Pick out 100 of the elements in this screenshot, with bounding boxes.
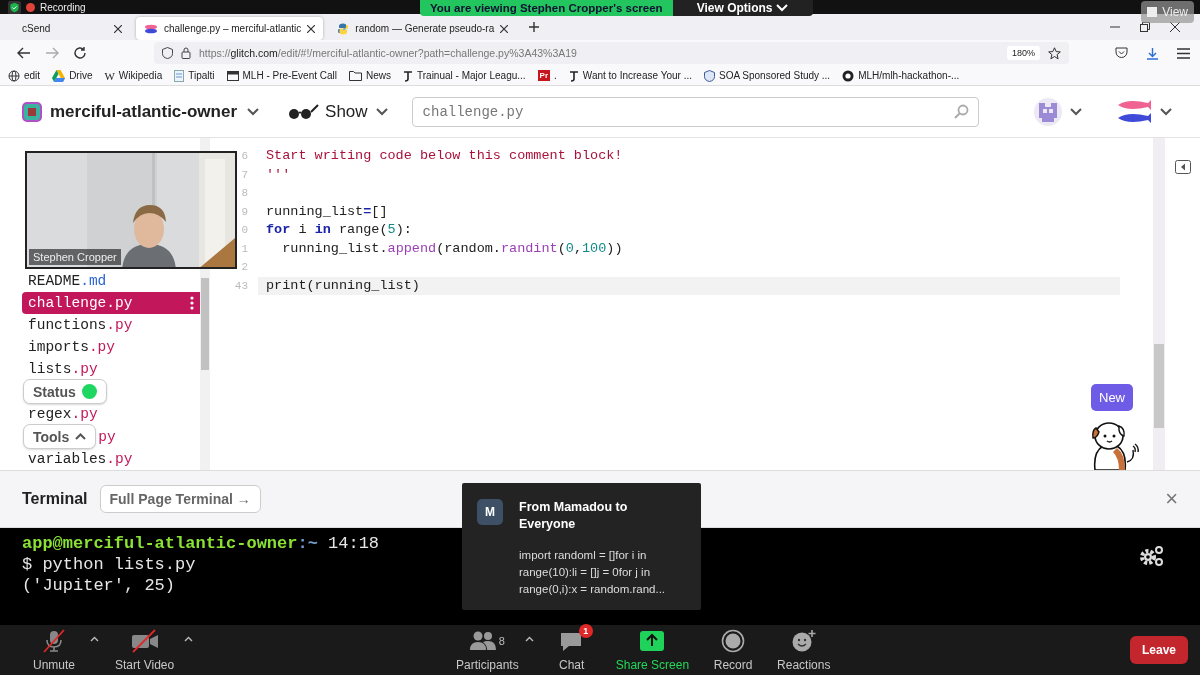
line-number: 1: [240, 241, 248, 257]
close-icon[interactable]: [114, 24, 122, 33]
full-page-terminal-button[interactable]: Full Page Terminal →: [99, 485, 261, 513]
toolbar-button[interactable]: Start Video: [109, 628, 181, 672]
code-line: ''': [265, 165, 292, 184]
url-text: https://glitch.com/edit/#!/merciful-atlantic-owner?path=challenge.py%3A43%3A19: [199, 47, 578, 59]
close-icon[interactable]: [307, 24, 316, 33]
chevron-icon[interactable]: [1160, 107, 1172, 116]
code-line: Start writing code below this comment block!: [265, 147, 624, 165]
project-name[interactable]: merciful-atlantic-owner: [50, 101, 238, 122]
chevron-icon[interactable]: [247, 107, 260, 116]
line-number: 2: [240, 260, 248, 275]
plus-icon[interactable]: [528, 21, 541, 33]
bookmark[interactable]: Trainual - Major Leagu...: [403, 69, 526, 82]
more-icon[interactable]: [190, 296, 194, 310]
bookmark[interactable]: News: [349, 70, 391, 81]
file-item[interactable]: variables.py: [22, 448, 200, 470]
code-line: running_list.append(random.randint(0,100)): [281, 239, 624, 258]
recording-label: Recording: [40, 1, 86, 13]
line-number: 0: [240, 223, 248, 238]
file-item[interactable]: lists.py: [22, 358, 200, 380]
view-button[interactable]: View: [1141, 1, 1194, 23]
terminal-line: ('Jupiter', 25): [22, 575, 176, 596]
bookmark[interactable]: Tipalti: [174, 69, 215, 82]
viewing-banner: You are viewing Stephen Cropper's screen: [420, 0, 673, 16]
avatar-initial: M: [477, 499, 503, 525]
view-options-button[interactable]: View Options: [672, 0, 813, 16]
pocket-icon[interactable]: [1115, 47, 1128, 59]
people-icon: [469, 630, 496, 652]
close-icon[interactable]: [500, 24, 509, 33]
new-badge[interactable]: New: [1091, 384, 1133, 411]
file-item[interactable]: imports.py: [22, 336, 200, 358]
gears-icon[interactable]: [1138, 545, 1164, 567]
terminal-prompt: app@merciful-atlantic-owner:~ 14:18: [22, 533, 380, 554]
record-dot-icon: [26, 2, 35, 12]
hook-icon: [403, 69, 413, 82]
file-item[interactable]: regex.py: [22, 403, 200, 425]
search-field[interactable]: challenge.py: [411, 96, 979, 127]
file-item[interactable]: README.md: [22, 270, 200, 292]
line-number: 43: [233, 278, 248, 294]
browser-tab[interactable]: cSend: [0, 17, 130, 40]
bookmark[interactable]: edit: [8, 69, 41, 82]
glasses-icon: [287, 103, 320, 120]
bookmark[interactable]: W Wikipedia: [104, 69, 163, 82]
chat-toast[interactable]: M From Mamadou to Everyone import randoml = []for i in range(10):li = []j = 0for j in range(0,i):x = random.rand...: [462, 483, 701, 610]
shield-icon: [703, 69, 715, 82]
triangle-icon: [52, 69, 66, 82]
collapse-icon[interactable]: [1174, 160, 1191, 174]
toolbar-button[interactable]: 8 Participants: [450, 628, 525, 672]
chevron-icon[interactable]: [1070, 107, 1082, 116]
menu-icon[interactable]: [1177, 47, 1190, 59]
browser-tab[interactable]: random — Generate pseudo-ra: [329, 17, 517, 40]
calendar-icon: [226, 70, 239, 81]
avatar-icon[interactable]: [1034, 97, 1062, 126]
chevron-icon[interactable]: [375, 107, 388, 116]
file-extension: py: [98, 428, 116, 445]
share-screen-icon: [640, 631, 665, 651]
toolbar-button[interactable]: Record: [701, 628, 766, 672]
participant-name: Stephen Cropper: [29, 249, 121, 265]
folder-icon: [349, 70, 362, 81]
scrollbar-thumb[interactable]: [1154, 344, 1164, 428]
page-icon: [174, 69, 185, 82]
snake-logo-icon: [337, 22, 350, 35]
fish-icon: [144, 23, 158, 34]
chat-sender: From Mamadou to Everyone: [519, 499, 629, 533]
project-logo-icon[interactable]: [22, 101, 42, 122]
line-number: 6: [240, 149, 248, 164]
leave-button[interactable]: Leave: [1129, 636, 1188, 664]
address-bar[interactable]: https://glitch.com/edit/#!/merciful-atlantic-owner?path=challenge.py%3A43%3A19 180%: [154, 42, 1069, 64]
line-number: 8: [240, 186, 248, 201]
record-icon: [721, 629, 746, 653]
bookmark[interactable]: MLH/mlh-hackathon-...: [842, 69, 960, 82]
globe-icon: [8, 69, 20, 82]
terminal-title: Terminal: [22, 490, 88, 508]
bookmark[interactable]: Drive: [52, 69, 93, 82]
tools-button[interactable]: Tools: [23, 424, 97, 449]
browser-tab[interactable]: challenge.py – merciful-atlantic: [136, 17, 324, 40]
zoom-level[interactable]: 180%: [1006, 46, 1040, 60]
shield-icon: [162, 47, 173, 59]
toolbar-button[interactable]: Unmute: [22, 628, 86, 672]
file-item[interactable]: functions.py: [22, 314, 200, 336]
terminal-line: $ python lists.py: [22, 554, 196, 575]
status-button[interactable]: Status: [23, 379, 107, 404]
show-menu[interactable]: Show: [325, 101, 368, 122]
caret-up-icon: [75, 433, 87, 440]
close-icon[interactable]: ×: [1165, 486, 1178, 512]
line-number: 7: [240, 167, 248, 183]
file-item[interactable]: challenge.py: [22, 292, 200, 314]
scrollbar-thumb[interactable]: [201, 278, 209, 370]
download-icon[interactable]: [1146, 46, 1159, 60]
close-icon[interactable]: [1170, 22, 1180, 32]
toolbar-button[interactable]: Share Screen: [609, 628, 696, 672]
toolbar-button[interactable]: Reactions: [771, 628, 837, 672]
bookmark[interactable]: SOA Sponsored Study ...: [703, 69, 831, 82]
bookmark[interactable]: Want to Increase Your ...: [568, 69, 692, 82]
hook-icon: [568, 69, 579, 82]
code-line: running_list=[]: [265, 202, 389, 221]
star-icon[interactable]: [1048, 46, 1061, 60]
smiley-plus-icon: [790, 629, 817, 653]
bookmark[interactable]: MLH - Pre-Event Call: [226, 70, 337, 81]
